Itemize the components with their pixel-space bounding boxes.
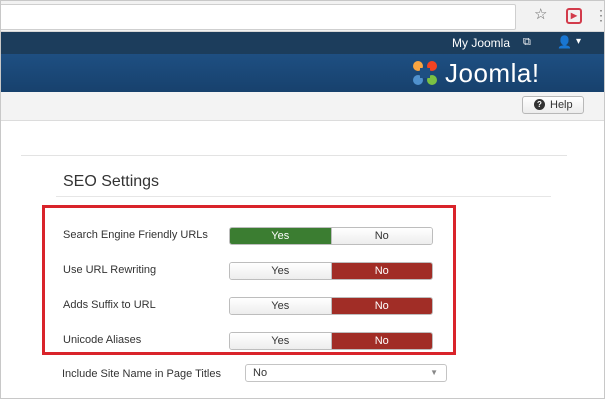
- toggle-unicode-aliases[interactable]: Yes No: [229, 332, 433, 350]
- joomla-brand: Joomla!: [445, 58, 540, 88]
- setting-label-sef-urls: Search Engine Friendly URLs: [63, 229, 208, 241]
- external-link-icon: ⧉: [523, 36, 531, 48]
- joomla-header: Joomla!: [1, 54, 604, 92]
- section-title: SEO Settings: [63, 173, 160, 190]
- toggle-no[interactable]: No: [330, 228, 432, 244]
- site-name-label: Include Site Name in Page Titles: [62, 368, 221, 380]
- site-name-select[interactable]: No ▼: [245, 364, 447, 382]
- toggle-url-rewriting[interactable]: Yes No: [229, 262, 433, 280]
- help-label: Help: [550, 99, 573, 111]
- chevron-down-icon: ▼: [430, 368, 438, 377]
- toggle-no[interactable]: No: [330, 333, 432, 349]
- browser-toolbar: ☆ ▶ ⋮: [1, 1, 604, 32]
- setting-label-unicode-aliases: Unicode Aliases: [63, 334, 142, 346]
- star-icon[interactable]: ☆: [534, 6, 547, 24]
- kebab-menu-icon[interactable]: ⋮: [594, 6, 604, 24]
- toggle-no[interactable]: No: [330, 263, 432, 279]
- select-value: No: [253, 367, 268, 379]
- address-bar[interactable]: [1, 4, 516, 30]
- help-button[interactable]: ? Help: [522, 96, 584, 114]
- joomla-status-bar: My Joomla ⧉ 👤 ▾: [1, 32, 604, 54]
- toggle-yes[interactable]: Yes: [230, 298, 331, 314]
- toggle-yes[interactable]: Yes: [230, 228, 331, 244]
- user-icon[interactable]: 👤: [557, 35, 572, 49]
- toolbar: ? Help: [1, 92, 604, 121]
- toggle-yes[interactable]: Yes: [230, 333, 331, 349]
- divider: [21, 155, 567, 156]
- toggle-sef-urls[interactable]: Yes No: [229, 227, 433, 245]
- browser-window: ☆ ▶ ⋮ My Joomla ⧉ 👤 ▾ Joomla! ? Help SEO…: [0, 0, 605, 399]
- my-joomla-link[interactable]: My Joomla: [452, 36, 510, 50]
- joomla-logo-icon: [413, 61, 437, 85]
- setting-label-url-rewriting: Use URL Rewriting: [63, 264, 157, 276]
- toggle-url-suffix[interactable]: Yes No: [229, 297, 433, 315]
- question-icon: ?: [534, 99, 545, 110]
- divider: [56, 196, 551, 197]
- setting-label-url-suffix: Adds Suffix to URL: [63, 299, 156, 311]
- toggle-no[interactable]: No: [330, 298, 432, 314]
- toggle-yes[interactable]: Yes: [230, 263, 331, 279]
- extension-icon[interactable]: ▶: [566, 8, 582, 24]
- chevron-down-icon[interactable]: ▾: [576, 36, 581, 47]
